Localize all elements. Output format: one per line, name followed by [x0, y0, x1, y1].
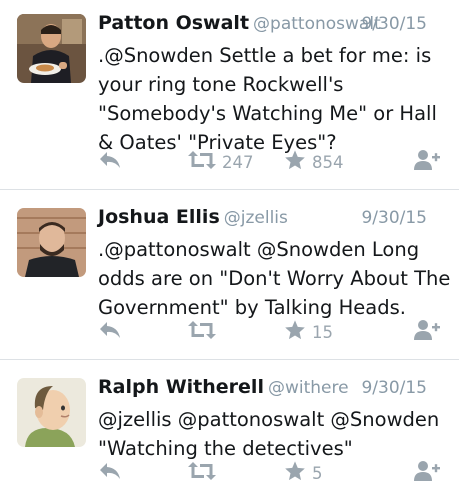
tweet-header: Patton Oswalt @pattonoswalt 9/30/15	[98, 12, 447, 40]
avatar[interactable]	[17, 14, 86, 83]
retweet-button[interactable]	[188, 317, 222, 347]
star-icon	[284, 460, 306, 486]
tweet-text: .@pattonoswalt @Snowden Long odds are on…	[98, 235, 453, 322]
like-button[interactable]: 854	[284, 147, 344, 177]
retweet-icon	[188, 461, 216, 485]
tweet-text: .@Snowden Settle a bet for me: is your r…	[98, 41, 453, 157]
author-handle[interactable]: @jzellis	[224, 208, 288, 228]
author-handle[interactable]: @withere	[268, 378, 349, 398]
like-button[interactable]: 15	[284, 317, 333, 347]
tweet-actions: 5	[98, 458, 448, 488]
retweet-button[interactable]	[188, 458, 222, 488]
reply-button[interactable]	[98, 458, 122, 488]
tweet[interactable]: Joshua Ellis @jzellis 9/30/15 .@pattonosw…	[0, 190, 459, 360]
avatar[interactable]	[17, 378, 86, 447]
tweet[interactable]: Patton Oswalt @pattonoswalt 9/30/15 .@Sno…	[0, 0, 459, 190]
retweet-icon	[188, 150, 216, 174]
follow-button[interactable]	[413, 458, 441, 488]
retweet-count: 247	[222, 152, 254, 172]
tweet-text-line: .@Snowden Settle a bet for me: is	[98, 44, 432, 67]
retweet-button[interactable]: 247	[188, 147, 254, 177]
tweet-header: Ralph Witherell @withere 9/30/15	[98, 376, 447, 404]
tweet-date: 9/30/15	[361, 208, 427, 228]
tweet-header: Joshua Ellis @jzellis 9/30/15	[98, 206, 447, 234]
tweet-text: @jzellis @pattonoswalt @Snowden "Watchin…	[98, 405, 453, 463]
follow-button[interactable]	[413, 147, 441, 177]
tweet-text-line: @jzellis @pattonoswalt @Snowden	[98, 408, 440, 431]
like-count: 15	[312, 322, 333, 342]
like-count: 854	[312, 152, 344, 172]
author-name[interactable]: Joshua Ellis	[98, 206, 220, 228]
tweet-actions: 15	[98, 317, 448, 347]
tweet-text-line: "Somebody's Watching Me" or Hall	[98, 102, 437, 125]
reply-icon	[98, 320, 122, 344]
tweet-feed: Patton Oswalt @pattonoswalt 9/30/15 .@Sno…	[0, 0, 459, 499]
follow-icon	[413, 318, 441, 346]
tweet-text-line: .@pattonoswalt @Snowden Long	[98, 238, 420, 261]
tweet-date: 9/30/15	[361, 14, 427, 34]
reply-button[interactable]	[98, 317, 122, 347]
author-name[interactable]: Patton Oswalt	[98, 12, 249, 34]
like-button[interactable]: 5	[284, 458, 323, 488]
tweet-text-line: your ring tone Rockwell's	[98, 73, 344, 96]
tweet-date: 9/30/15	[361, 378, 427, 398]
star-icon	[284, 319, 306, 345]
follow-button[interactable]	[413, 317, 441, 347]
like-count: 5	[312, 463, 323, 483]
author-name[interactable]: Ralph Witherell	[98, 376, 264, 398]
star-icon	[284, 149, 306, 175]
avatar[interactable]	[17, 208, 86, 277]
reply-icon	[98, 150, 122, 174]
tweet-text-line: odds are on "Don't Worry About The	[98, 267, 451, 290]
reply-button[interactable]	[98, 147, 122, 177]
follow-icon	[413, 148, 441, 176]
retweet-icon	[188, 320, 216, 344]
tweet-actions: 247 854	[98, 147, 448, 177]
follow-icon	[413, 459, 441, 487]
tweet[interactable]: Ralph Witherell @withere 9/30/15 @jzellis…	[0, 360, 459, 499]
reply-icon	[98, 461, 122, 485]
